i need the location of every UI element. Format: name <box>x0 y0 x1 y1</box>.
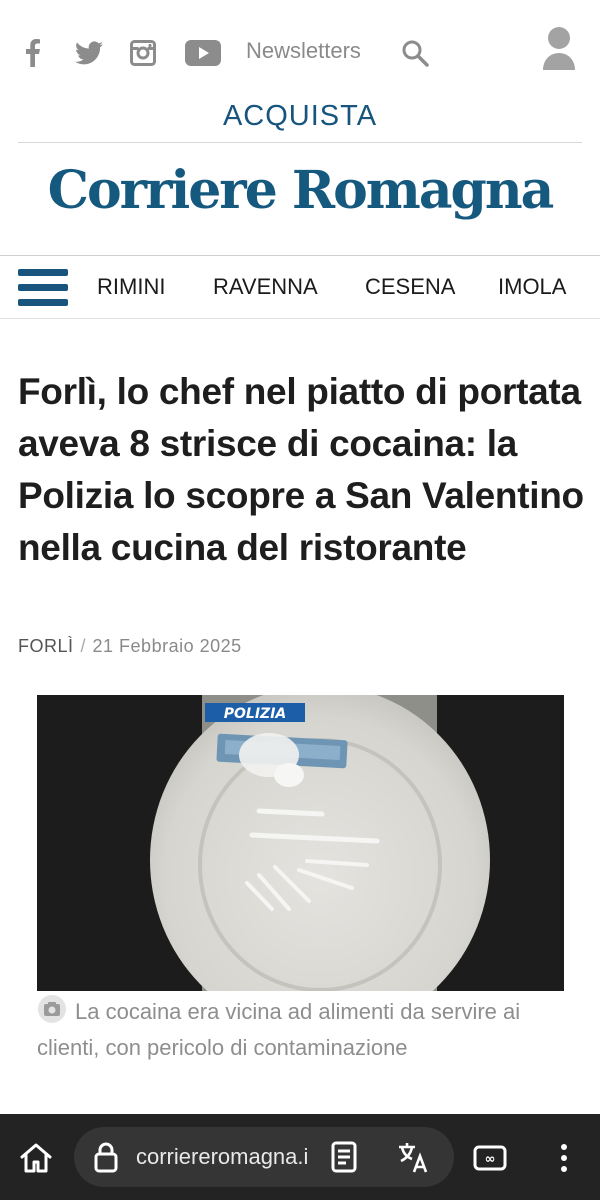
nav-item-cesena[interactable]: CESENA <box>365 274 455 300</box>
facebook-icon[interactable] <box>22 36 44 70</box>
youtube-icon[interactable] <box>184 36 222 70</box>
search-icon[interactable] <box>400 36 430 70</box>
more-icon[interactable] <box>546 1140 582 1176</box>
plate-photo: POLIZIA <box>37 695 564 991</box>
lock-icon[interactable] <box>88 1139 124 1175</box>
url-text[interactable]: corriereromagna.it <box>136 1144 308 1170</box>
meta-separator: / <box>80 636 86 656</box>
polizia-badge-text: POLIZIA <box>224 706 287 722</box>
home-icon[interactable] <box>18 1140 54 1176</box>
nav-item-rimini[interactable]: RIMINI <box>97 274 165 300</box>
article-category[interactable]: FORLÌ <box>18 636 74 656</box>
divider <box>0 318 600 319</box>
article-meta: FORLÌ / 21 Febbraio 2025 <box>18 636 242 657</box>
menu-icon[interactable] <box>18 269 68 307</box>
article-headline: Forlì, lo chef nel piatto di portata ave… <box>18 371 584 568</box>
nav-item-imola[interactable]: IMOLA <box>498 274 566 300</box>
site-logo[interactable]: Corriere Romagna <box>0 160 600 221</box>
acquista-link[interactable]: ACQUISTA <box>0 100 600 133</box>
user-account-icon[interactable] <box>540 26 578 72</box>
newsletters-link[interactable]: Newsletters <box>246 38 361 64</box>
svg-text:∞: ∞ <box>485 1152 496 1167</box>
camera-icon <box>37 994 67 1024</box>
article-image[interactable]: POLIZIA <box>37 695 564 991</box>
twitter-icon[interactable] <box>74 36 104 70</box>
section-nav: RIMINI RAVENNA CESENA IMOLA <box>0 256 600 318</box>
nav-item-ravenna[interactable]: RAVENNA <box>213 274 318 300</box>
image-caption: La cocaina era vicina ad alimenti da ser… <box>37 994 547 1066</box>
caption-text: La cocaina era vicina ad alimenti da ser… <box>37 999 521 1060</box>
divider <box>18 142 582 143</box>
browser-toolbar: corriereromagna.it ∞ <box>0 1114 600 1200</box>
instagram-icon[interactable] <box>128 36 158 70</box>
reader-mode-icon[interactable] <box>326 1139 362 1175</box>
address-bar[interactable]: corriereromagna.it <box>74 1127 454 1187</box>
article-date: 21 Febbraio 2025 <box>92 636 242 656</box>
tabs-icon[interactable]: ∞ <box>472 1140 508 1176</box>
top-bar: Newsletters <box>0 0 600 100</box>
translate-icon[interactable] <box>396 1139 432 1175</box>
